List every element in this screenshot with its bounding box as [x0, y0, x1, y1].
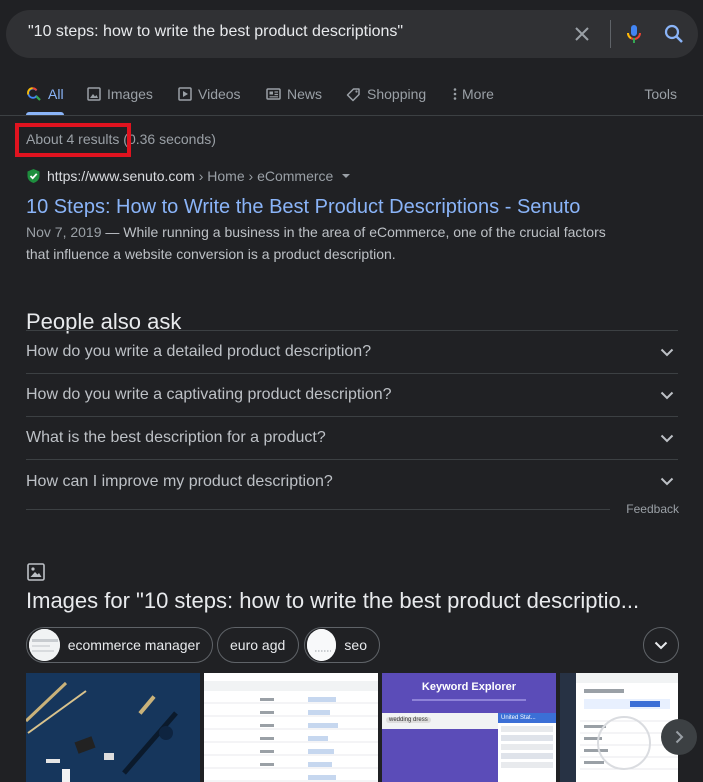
tab-all[interactable]: All [26, 86, 64, 102]
images-next-button[interactable] [661, 719, 697, 755]
feedback-link[interactable]: Feedback [626, 502, 679, 516]
microphone-icon [626, 25, 641, 43]
search-icon [664, 24, 683, 43]
result-snippet-text: — While running a business in the area o… [26, 224, 606, 262]
people-also-ask-list: How do you write a detailed product desc… [26, 330, 678, 503]
chips-expand-button[interactable] [643, 627, 679, 663]
result-snippet: Nov 7, 2019 — While running a business i… [26, 221, 626, 265]
chevron-down-icon [660, 477, 674, 486]
tag-icon [346, 87, 360, 101]
tab-more[interactable]: More [452, 86, 494, 102]
tab-videos[interactable]: Videos [178, 86, 241, 102]
image-icon [87, 87, 101, 101]
country-dropdown: United Stat... [498, 713, 556, 782]
tab-label: Shopping [367, 86, 427, 102]
chip-label: seo [344, 637, 367, 653]
caret-down-icon[interactable] [341, 173, 351, 179]
chip-euro-agd[interactable]: euro agd [217, 627, 299, 663]
chevron-right-icon [675, 730, 683, 744]
paa-question[interactable]: What is the best description for a produ… [26, 417, 678, 460]
search-button[interactable] [662, 22, 686, 46]
image-result-tile[interactable] [26, 673, 200, 782]
result-breadcrumbs: › Home › eCommerce [194, 168, 334, 184]
tab-shopping[interactable]: Shopping [346, 86, 426, 102]
more-vert-icon [453, 88, 457, 100]
feedback-divider [26, 509, 610, 510]
tools-button[interactable]: Tools [644, 86, 677, 102]
chevron-down-icon [654, 641, 668, 649]
paa-question[interactable]: How can I improve my product description… [26, 460, 678, 503]
chevron-down-icon [660, 391, 674, 399]
search-tabs: All Images Videos News Shopping More Too… [0, 80, 703, 116]
result-date: Nov 7, 2019 [26, 224, 102, 240]
search-divider [610, 20, 611, 48]
close-icon [575, 27, 589, 41]
keyword-explorer-title: Keyword Explorer [421, 681, 517, 693]
tab-label: Images [107, 86, 153, 102]
result-title-link[interactable]: 10 Steps: How to Write the Best Product … [26, 196, 580, 219]
image-icon [27, 563, 45, 581]
image-result-tile[interactable]: Keyword Explorer wedding dress United St… [382, 673, 556, 782]
verified-shield-icon [27, 169, 40, 183]
result-host: https://www.senuto.com [47, 168, 195, 184]
tab-images[interactable]: Images [87, 86, 153, 102]
country-selected: United Stat... [498, 713, 556, 723]
tab-label: Videos [198, 86, 241, 102]
result-url[interactable]: https://www.senuto.com › Home › eCommerc… [26, 168, 351, 184]
search-box[interactable]: "10 steps: how to write the best product… [6, 10, 698, 58]
tab-news[interactable]: News [266, 86, 322, 102]
images-section-heading[interactable]: Images for "10 steps: how to write the b… [26, 588, 639, 614]
active-tab-indicator [26, 112, 64, 115]
tab-label: More [462, 86, 494, 102]
chip-ecommerce-manager[interactable]: ecommerce manager [26, 627, 213, 663]
chevron-down-icon [660, 434, 674, 442]
search-input[interactable]: "10 steps: how to write the best product… [28, 23, 403, 41]
chip-thumbnail [29, 629, 60, 661]
chip-thumbnail [307, 629, 337, 661]
paa-question[interactable]: How do you write a detailed product desc… [26, 331, 678, 374]
image-result-tile[interactable] [204, 673, 378, 782]
tab-label: All [48, 86, 64, 102]
search-icon [27, 87, 41, 101]
keyword-explorer-subtitle-line [412, 699, 526, 701]
voice-search-button[interactable] [622, 22, 646, 46]
highlight-annotation-box [15, 123, 131, 157]
chip-label: euro agd [230, 637, 286, 653]
result-time: (0.36 seconds) [123, 131, 216, 147]
chip-label: ecommerce manager [67, 637, 200, 653]
paa-question[interactable]: How do you write a captivating product d… [26, 374, 678, 417]
desk-tools-image [26, 673, 200, 782]
dashboard-screenshot-image [560, 673, 678, 782]
image-result-tile[interactable] [560, 673, 678, 782]
video-icon [178, 87, 192, 101]
tab-label: News [287, 86, 323, 102]
chip-seo[interactable]: seo [304, 627, 380, 663]
keyword-table-image [204, 673, 378, 782]
keyword-tag: wedding dress [386, 717, 431, 723]
chevron-down-icon [660, 348, 674, 356]
news-icon [266, 88, 281, 100]
clear-search-button[interactable] [570, 22, 594, 46]
